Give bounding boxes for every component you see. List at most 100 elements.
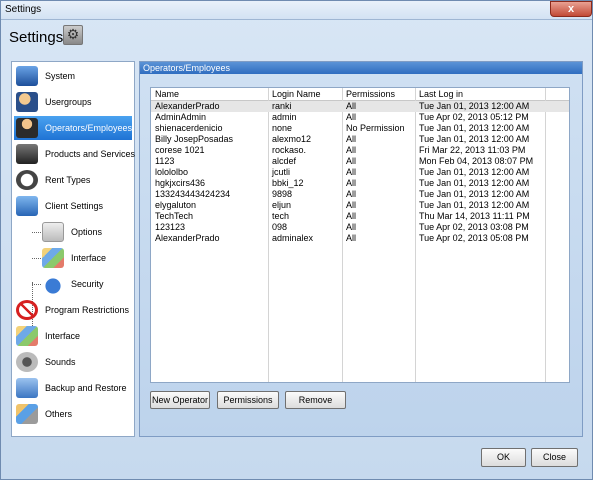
sidebar-item-system[interactable]: System [14,64,132,88]
column-header-last-login[interactable]: Last Log in [419,89,463,99]
sidebar-item-rent-types[interactable]: Rent Types [14,168,132,192]
column-header-login[interactable]: Login Name [272,89,321,99]
cell-last-login: Tue Jan 01, 2013 12:00 AM [419,134,530,144]
lock-icon [42,274,64,294]
page-title: Settings [9,29,64,46]
sidebar-item-label: Interface [71,253,107,263]
backup-icon [16,378,38,398]
cell-permissions: All [346,112,357,122]
table-row[interactable]: 123123 098 All Tue Apr 02, 2013 03:08 PM [151,222,569,233]
monitor-icon [16,66,38,86]
interface-icon [42,248,64,268]
cell-name: TechTech [155,211,194,221]
interface-icon [16,326,38,346]
header: Settings ⚙ [1,20,592,56]
sidebar-item-interface[interactable]: Interface [14,324,132,348]
cell-login: ranki [272,101,292,111]
clock-icon [16,170,38,190]
table-row[interactable]: AdminAdmin admin All Tue Apr 02, 2013 05:12… [151,112,569,123]
cell-permissions: All [346,233,357,243]
cell-name: AlexanderPrado [155,101,220,111]
window-close-button[interactable]: x [550,1,592,17]
sidebar-item-label: Security [71,279,104,289]
table-row[interactable]: TechTech tech All Thu Mar 14, 2013 11:11 PM [151,211,569,222]
cell-last-login: Tue Jan 01, 2013 12:00 AM [419,189,530,199]
cell-permissions: All [346,134,357,144]
users-icon [16,92,38,112]
permissions-button[interactable]: Permissions [217,391,279,409]
cell-last-login: Tue Jan 01, 2013 12:00 AM [419,200,530,210]
cell-last-login: Fri Mar 22, 2013 11:03 PM [419,145,526,155]
sidebar-item-usergroups[interactable]: Usergroups [14,90,132,114]
title-bar: Settings x [1,1,592,20]
cell-permissions: All [346,222,357,232]
sidebar-item-options[interactable]: Options [40,220,132,244]
sidebar-item-label: Options [71,227,103,237]
table-row[interactable]: Billy JosepPosadas alexmo12 All Tue Jan 01,… [151,134,569,145]
sidebar-item-label: System [45,71,76,81]
cell-login: 098 [272,222,288,232]
cell-login: eljun [272,200,292,210]
cell-name: hgkjxcirs436 [155,178,206,188]
window-title: Settings [5,4,42,15]
cell-login: 9898 [272,189,293,199]
sidebar-item-client-settings[interactable]: Client Settings [14,194,132,218]
sidebar-item-label: Client Settings [45,201,104,211]
cell-permissions: All [346,145,357,155]
sidebar-item-security[interactable]: Security [40,272,132,296]
sidebar-item-label: Others [45,409,73,419]
sidebar-item-sounds[interactable]: Sounds [14,350,132,374]
new-operator-button[interactable]: New Operator [150,391,210,409]
cell-login: admin [272,112,297,122]
column-header-name[interactable]: Name [155,89,179,99]
cell-login: tech [272,211,290,221]
column-header-permissions[interactable]: Permissions [346,89,395,99]
table-row[interactable]: 1123 alcdef All Mon Feb 04, 2013 08:07 PM [151,156,569,167]
cell-last-login: Tue Jan 01, 2013 12:00 AM [419,178,530,188]
table-row[interactable]: AlexanderPrado ranki All Tue Jan 01, 2013 1… [151,101,569,112]
speaker-icon [16,352,38,372]
cell-name: corese 1021 [155,145,205,155]
remove-button[interactable]: Remove [285,391,346,409]
cell-login: bbki_12 [272,178,304,188]
others-icon [16,404,38,424]
sidebar-item-label: Sounds [45,357,76,367]
panel-title: Operators/Employees [140,62,582,74]
ok-button[interactable]: OK [481,448,526,467]
operators-table[interactable]: Name Login Name Permissions Last Log in … [150,87,570,383]
cell-last-login: Thu Mar 14, 2013 11:11 PM [419,211,530,221]
cell-name: AdminAdmin [155,112,207,122]
sidebar-item-label: Interface [45,331,81,341]
table-row[interactable]: hgkjxcirs436 bbki_12 All Tue Jan 01, 2013 1… [151,178,569,189]
table-row[interactable]: lolololbo jcutli All Tue Jan 01, 2013 12:00… [151,167,569,178]
table-header: Name Login Name Permissions Last Log in [151,88,569,101]
cell-name: elygaluton [155,200,197,210]
table-row[interactable]: elygaluton eljun All Tue Jan 01, 2013 12:00… [151,200,569,211]
cell-permissions: No Permission [346,123,405,133]
sidebar-item-products[interactable]: Products and Services [14,142,135,166]
table-row[interactable]: shienacerdenicio none No Permission Tue Jan… [151,123,569,134]
sidebar-item-others[interactable]: Others [14,402,132,426]
cell-login: adminalex [272,233,314,243]
sidebar-item-label: Operators/Employees [45,123,133,133]
cell-login: jcutli [272,167,291,177]
cell-permissions: All [346,156,357,166]
sidebar-item-operators[interactable]: Operators/Employees [14,116,132,140]
cell-last-login: Mon Feb 04, 2013 08:07 PM [419,156,534,166]
gear-icon: ⚙ [63,25,83,45]
cell-permissions: All [346,211,357,221]
sidebar-item-program-restrictions[interactable]: Program Restrictions [14,298,132,322]
sidebar-item-client-interface[interactable]: Interface [40,246,132,270]
sidebar-item-label: Rent Types [45,175,91,185]
sidebar-item-backup-restore[interactable]: Backup and Restore [14,376,132,400]
operators-panel: Operators/Employees Name Login Name Perm… [139,61,583,437]
close-button[interactable]: Close [531,448,578,467]
client-icon [16,196,38,216]
table-row[interactable]: corese 1021 rockaso. All Fri Mar 22, 2013 1… [151,145,569,156]
table-row[interactable]: 133243443424234 9898 All Tue Jan 01, 2013 1… [151,189,569,200]
cell-name: Billy JosepPosadas [155,134,234,144]
cell-permissions: All [346,189,357,199]
cell-name: 133243443424234 [155,189,231,199]
table-row[interactable]: AlexanderPrado adminalex All Tue Apr 02, 20… [151,233,569,244]
sidebar-item-label: Program Restrictions [45,305,130,315]
